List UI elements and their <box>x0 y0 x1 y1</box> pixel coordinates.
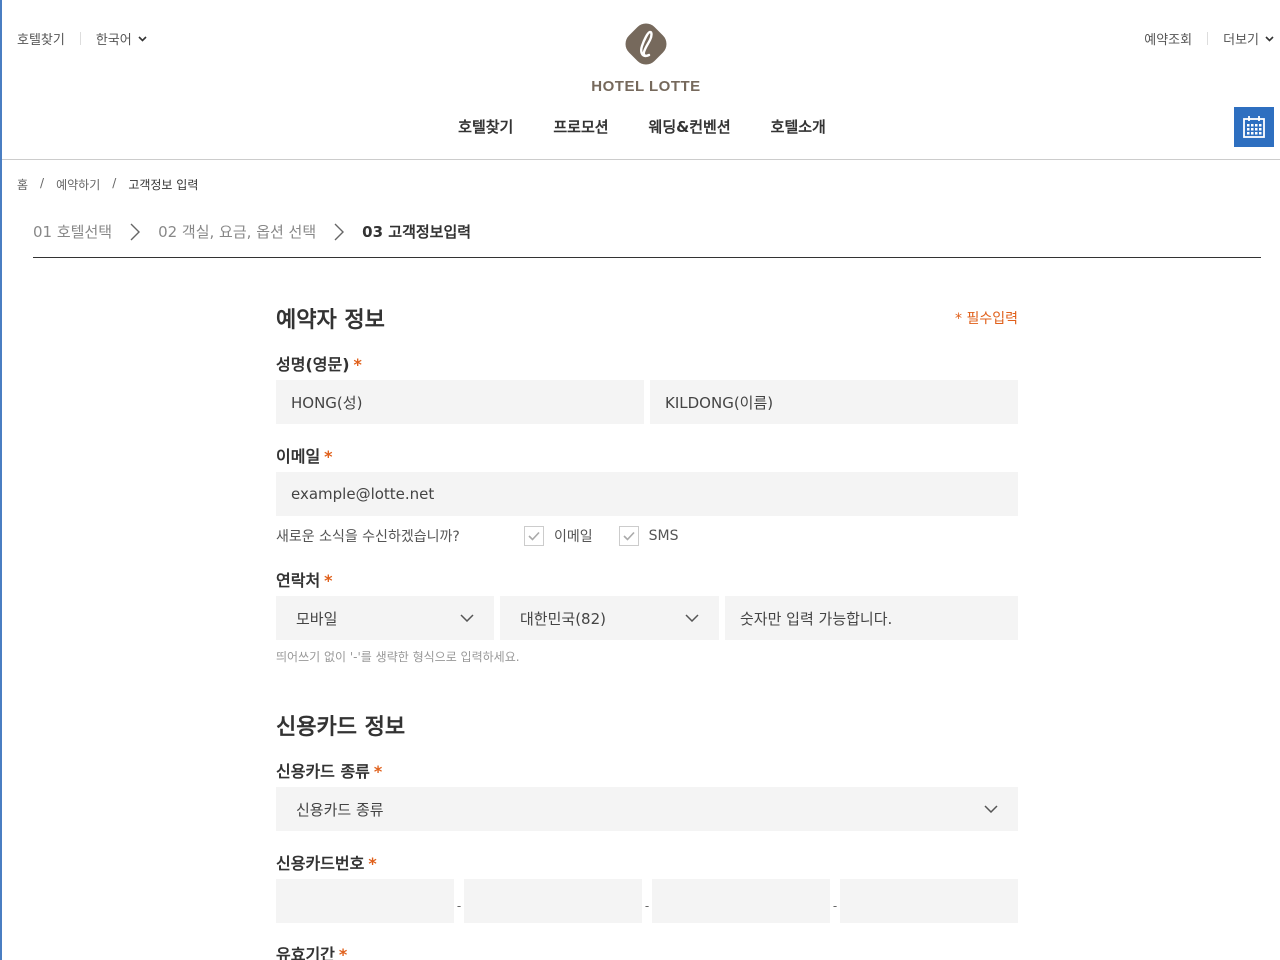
newsletter-sms-label: SMS <box>648 528 679 544</box>
top-utility-right: 예약조회 더보기 <box>1144 29 1274 48</box>
email-input[interactable]: example@lotte.net <box>276 472 1018 516</box>
required-star: * <box>324 447 333 466</box>
required-star: * <box>368 854 377 873</box>
first-name-input[interactable]: KILDONG(이름) <box>650 380 1018 424</box>
breadcrumb-reservation[interactable]: 예약하기 <box>56 176 100 193</box>
dash-separator: - <box>456 899 462 913</box>
dash-separator: - <box>644 899 650 913</box>
card-number-input-2[interactable] <box>464 879 642 923</box>
step-customer-info: 03 고객정보입력 <box>362 223 472 241</box>
required-star: * <box>373 762 383 781</box>
required-star: * <box>353 355 362 374</box>
chevron-right-icon <box>334 223 345 240</box>
required-star: * <box>324 571 333 590</box>
expiry-label: 유효기간 * <box>276 941 347 960</box>
language-label: 한국어 <box>95 33 132 48</box>
chevron-down-icon <box>984 805 998 813</box>
phone-type-value: 모바일 <box>296 609 338 628</box>
chevron-right-icon <box>130 223 141 240</box>
card-number-label: 신용카드번호 * <box>276 850 377 874</box>
required-note: * 필수입력 <box>955 311 1018 327</box>
expiry-label-text: 유효기간 <box>276 945 335 960</box>
contact-label: 연락처 * <box>276 567 333 591</box>
hotel-search-link[interactable]: 호텔찾기 <box>17 29 65 48</box>
name-label-text: 성명(영문) <box>276 355 350 374</box>
contact-row: 모바일 대한민국(82) 숫자만 입력 가능합니다. <box>276 596 1018 640</box>
main-navigation: 호텔찾기 프로모션 웨딩&컨벤션 호텔소개 <box>2 116 1280 137</box>
divider <box>1207 32 1209 45</box>
logo-text: HOTEL LOTTE <box>591 78 701 95</box>
chevron-down-icon <box>138 35 147 42</box>
calendar-button[interactable] <box>1234 107 1274 147</box>
card-type-value: 신용카드 종류 <box>296 800 384 819</box>
more-label: 더보기 <box>1223 33 1259 48</box>
card-type-select[interactable]: 신용카드 종류 <box>276 787 1018 831</box>
contact-label-text: 연락처 <box>276 571 321 590</box>
nav-promotion[interactable]: 프로모션 <box>553 116 608 137</box>
language-selector[interactable]: 한국어 <box>96 29 147 48</box>
breadcrumb-current: 고객정보 입력 <box>128 178 199 192</box>
booker-section-title: 예약자 정보 <box>276 308 385 333</box>
phone-type-select[interactable]: 모바일 <box>276 596 494 640</box>
phone-number-input[interactable]: 숫자만 입력 가능합니다. <box>725 596 1018 640</box>
newsletter-row: 새로운 소식을 수신하겠습니까? 이메일 SMS <box>276 526 679 546</box>
last-name-input[interactable]: HONG(성) <box>276 380 644 424</box>
newsletter-question: 새로운 소식을 수신하겠습니까? <box>276 529 460 545</box>
chevron-down-icon <box>685 614 699 622</box>
check-icon <box>528 531 540 541</box>
breadcrumb-separator: / <box>40 176 45 190</box>
card-type-label-text: 신용카드 종류 <box>276 762 370 781</box>
nav-hotel-search[interactable]: 호텔찾기 <box>458 116 513 137</box>
card-type-label: 신용카드 종류 * <box>276 758 382 782</box>
breadcrumb-home[interactable]: 홈 <box>17 176 28 193</box>
steps-divider <box>33 257 1261 258</box>
step-room-select: 02 객실, 요금, 옵션 선택 <box>158 223 317 241</box>
email-label-text: 이메일 <box>276 447 321 466</box>
chevron-down-icon <box>1265 35 1274 42</box>
card-number-input-3[interactable] <box>652 879 830 923</box>
name-row: HONG(성) KILDONG(이름) <box>276 380 1018 424</box>
nav-wedding-convention[interactable]: 웨딩&컨벤션 <box>649 116 731 137</box>
calendar-icon <box>1243 116 1265 138</box>
phone-hint: 띄어쓰기 없이 '-'를 생략한 형식으로 입력하세요. <box>276 650 520 664</box>
booking-steps: 01 호텔선택 02 객실, 요금, 옵션 선택 03 고객정보입력 <box>33 221 471 242</box>
dash-separator: - <box>832 899 838 913</box>
newsletter-email-checkbox[interactable] <box>524 526 544 546</box>
email-label: 이메일 * <box>276 443 333 467</box>
required-star: * <box>338 945 348 960</box>
country-code-value: 대한민국(82) <box>520 609 606 628</box>
newsletter-sms-checkbox[interactable] <box>618 526 639 546</box>
newsletter-email-label: 이메일 <box>554 529 593 545</box>
divider <box>79 32 81 45</box>
step-hotel-select: 01 호텔선택 <box>33 223 113 241</box>
chevron-down-icon <box>460 614 474 622</box>
card-number-input-1[interactable] <box>276 879 454 923</box>
breadcrumb: 홈 / 예약하기 / 고객정보 입력 <box>17 176 198 193</box>
check-icon <box>623 531 635 541</box>
name-label: 성명(영문) * <box>276 351 362 375</box>
card-number-label-text: 신용카드번호 <box>276 854 365 873</box>
card-section-title: 신용카드 정보 <box>276 715 406 740</box>
breadcrumb-separator: / <box>112 176 117 190</box>
more-menu-button[interactable]: 더보기 <box>1223 29 1274 48</box>
card-number-row: - - - <box>276 879 1018 923</box>
hotel-logo[interactable]: HOTEL LOTTE <box>586 18 706 95</box>
reservation-lookup-link[interactable]: 예약조회 <box>1144 29 1192 48</box>
card-number-input-4[interactable] <box>840 879 1018 923</box>
top-utility-left: 호텔찾기 한국어 <box>17 29 147 48</box>
country-code-select[interactable]: 대한민국(82) <box>500 596 719 640</box>
hotel-lotte-logo-icon <box>625 23 667 65</box>
nav-hotel-intro[interactable]: 호텔소개 <box>771 116 826 137</box>
header-divider <box>2 159 1280 160</box>
